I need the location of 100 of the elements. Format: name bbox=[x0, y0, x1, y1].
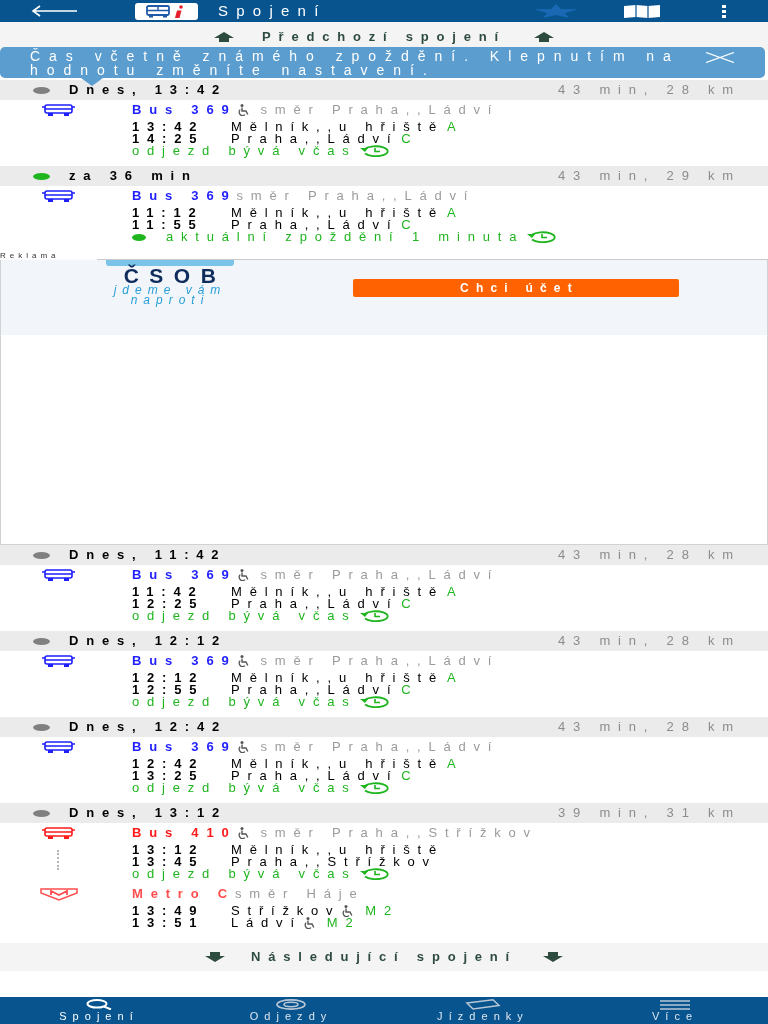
direction: směr Praha,,Ládví bbox=[260, 569, 500, 581]
connection-header[interactable]: Dnes, 13:12 39 min, 31 km bbox=[0, 803, 768, 823]
stop-time: 11:42 bbox=[132, 586, 205, 598]
duration-distance: 43 min, 28 km bbox=[557, 84, 741, 96]
down-arrow-icon bbox=[543, 952, 563, 962]
menu-dots-icon[interactable] bbox=[722, 4, 726, 18]
nav-tab[interactable]: Spojení bbox=[0, 997, 192, 1024]
connection-header[interactable]: Dnes, 12:42 43 min, 28 km bbox=[0, 717, 768, 737]
stop-name: Mělník,,u hřiště bbox=[231, 207, 444, 219]
punctuality-note: odjezd bývá včas bbox=[132, 696, 357, 708]
stop-name: Mělník,,u hřiště bbox=[231, 758, 444, 770]
departure-label: za 36 min bbox=[69, 170, 198, 182]
punctuality-note: odjezd bývá včas bbox=[132, 868, 357, 880]
search-icon bbox=[86, 999, 112, 1010]
platform-label: C bbox=[401, 598, 419, 610]
stop-time: 13:42 bbox=[132, 121, 206, 133]
clock-history-icon bbox=[358, 696, 389, 708]
connection-header[interactable]: Dnes, 13:42 43 min, 28 km bbox=[0, 80, 768, 100]
ad-label: Reklama bbox=[0, 252, 61, 260]
duration-distance: 43 min, 28 km bbox=[557, 635, 741, 647]
duration-distance: 39 min, 31 km bbox=[557, 807, 741, 819]
punctuality-note: odjezd bývá včas bbox=[132, 145, 357, 157]
direction: směr Praha,,Ládví bbox=[236, 190, 476, 202]
stop-name: Mělník,,u hřiště bbox=[231, 586, 444, 598]
connection-header[interactable]: za 36 min 43 min, 29 km bbox=[0, 166, 768, 186]
close-icon[interactable] bbox=[705, 52, 735, 63]
clock-history-icon bbox=[358, 782, 389, 794]
stop-name: Praha,,Střížkov bbox=[231, 856, 437, 868]
ticket-icon bbox=[465, 999, 501, 1010]
stop-name: Praha,,Ládví bbox=[231, 598, 399, 610]
stop-time: 12:42 bbox=[132, 758, 206, 770]
stop-name: Střížkov bbox=[231, 905, 341, 917]
tooltip-text: Čas včetně známého zpoždění. Klepnutím na hodnotu změníte nastavení. bbox=[30, 49, 681, 77]
line-name: Bus 369 bbox=[132, 190, 237, 202]
screen-title: Spojení bbox=[218, 1, 327, 21]
departure-label: Dnes, 13:12 bbox=[69, 807, 228, 819]
platform-label: M2 bbox=[326, 917, 361, 929]
ad-slogan: jdeme vám naproti bbox=[111, 285, 228, 305]
clock-history-icon bbox=[526, 231, 557, 243]
connection-header[interactable]: Dnes, 11:42 43 min, 28 km bbox=[0, 545, 768, 565]
clock-history-icon bbox=[358, 145, 389, 157]
stop-name: Praha,,Ládví bbox=[231, 684, 399, 696]
line-name: Bus 369 bbox=[132, 104, 237, 116]
map-icon[interactable] bbox=[624, 4, 660, 18]
next-connections-button[interactable]: Následující spojení bbox=[0, 943, 768, 971]
ad-banner[interactable]: ČSOB jdeme vám naproti Chci účet bbox=[0, 260, 768, 545]
star-icon[interactable] bbox=[534, 4, 578, 18]
stop-name: Mělník,,u hřiště bbox=[231, 121, 444, 133]
stop-time: 13:49 bbox=[132, 905, 206, 917]
punctuality-note: odjezd bývá včas bbox=[132, 610, 357, 622]
stop-time: 12:12 bbox=[132, 672, 206, 684]
direction: směr Praha,,Ládví bbox=[260, 741, 500, 753]
stop-time: 11:12 bbox=[132, 207, 205, 219]
clock-history-icon bbox=[358, 868, 389, 880]
stop-name: Praha,,Ládví bbox=[231, 219, 399, 231]
platform-label: M2 bbox=[365, 905, 400, 917]
nav-tab[interactable]: Jízdenky bbox=[384, 997, 576, 1024]
departure-label: Dnes, 12:12 bbox=[69, 635, 228, 647]
departure-label: Dnes, 12:42 bbox=[69, 721, 228, 733]
platform-label: A bbox=[446, 758, 464, 770]
departure-label: Dnes, 13:42 bbox=[69, 84, 228, 96]
stop-name: Praha,,Ládví bbox=[231, 133, 399, 145]
platform-label: C bbox=[401, 219, 419, 231]
platform-label: C bbox=[401, 684, 419, 696]
stop-time: 14:25 bbox=[132, 133, 206, 145]
stop-name: Mělník,,u hřiště bbox=[231, 844, 444, 856]
direction: směr Háje bbox=[235, 888, 365, 900]
duration-distance: 43 min, 29 km bbox=[557, 170, 741, 182]
stop-time: 11:55 bbox=[132, 219, 205, 231]
direction: směr Praha,,Střížkov bbox=[260, 827, 538, 839]
platform-label: A bbox=[446, 586, 464, 598]
stop-time: 12:25 bbox=[132, 598, 206, 610]
duration-distance: 43 min, 28 km bbox=[557, 721, 741, 733]
up-arrow-icon bbox=[214, 32, 235, 42]
up-arrow-icon bbox=[533, 32, 554, 42]
line-name: Metro C bbox=[132, 888, 235, 900]
logo-bar-icon bbox=[106, 260, 234, 266]
departure-label: Dnes, 11:42 bbox=[69, 549, 227, 561]
down-arrow-icon bbox=[205, 952, 225, 962]
stop-time: 13:25 bbox=[132, 770, 206, 782]
nav-tab[interactable]: Odjezdy bbox=[192, 997, 384, 1024]
target-icon bbox=[276, 999, 306, 1010]
stop-time: 13:12 bbox=[132, 844, 206, 856]
stop-time: 13:45 bbox=[132, 856, 206, 868]
direction: směr Praha,,Ládví bbox=[260, 655, 500, 667]
connection-header[interactable]: Dnes, 12:12 43 min, 28 km bbox=[0, 631, 768, 651]
stop-time: 13:51 bbox=[132, 917, 206, 929]
stop-name: Mělník,,u hřiště bbox=[231, 672, 444, 684]
transfer-line bbox=[57, 850, 59, 870]
stop-name: Ládví bbox=[231, 917, 302, 929]
nav-tab[interactable]: Více bbox=[576, 997, 768, 1024]
platform-label: C bbox=[401, 770, 419, 782]
punctuality-note: aktuální zpoždění 1 minuta bbox=[166, 231, 525, 243]
back-arrow-icon[interactable] bbox=[30, 5, 78, 17]
platform-label: C bbox=[401, 133, 419, 145]
bus-info-logo-icon bbox=[135, 2, 198, 20]
line-name: Bus 369 bbox=[132, 569, 237, 581]
line-name: Bus 410 bbox=[132, 827, 237, 839]
stop-time: 12:55 bbox=[132, 684, 206, 696]
platform-label: A bbox=[446, 207, 464, 219]
